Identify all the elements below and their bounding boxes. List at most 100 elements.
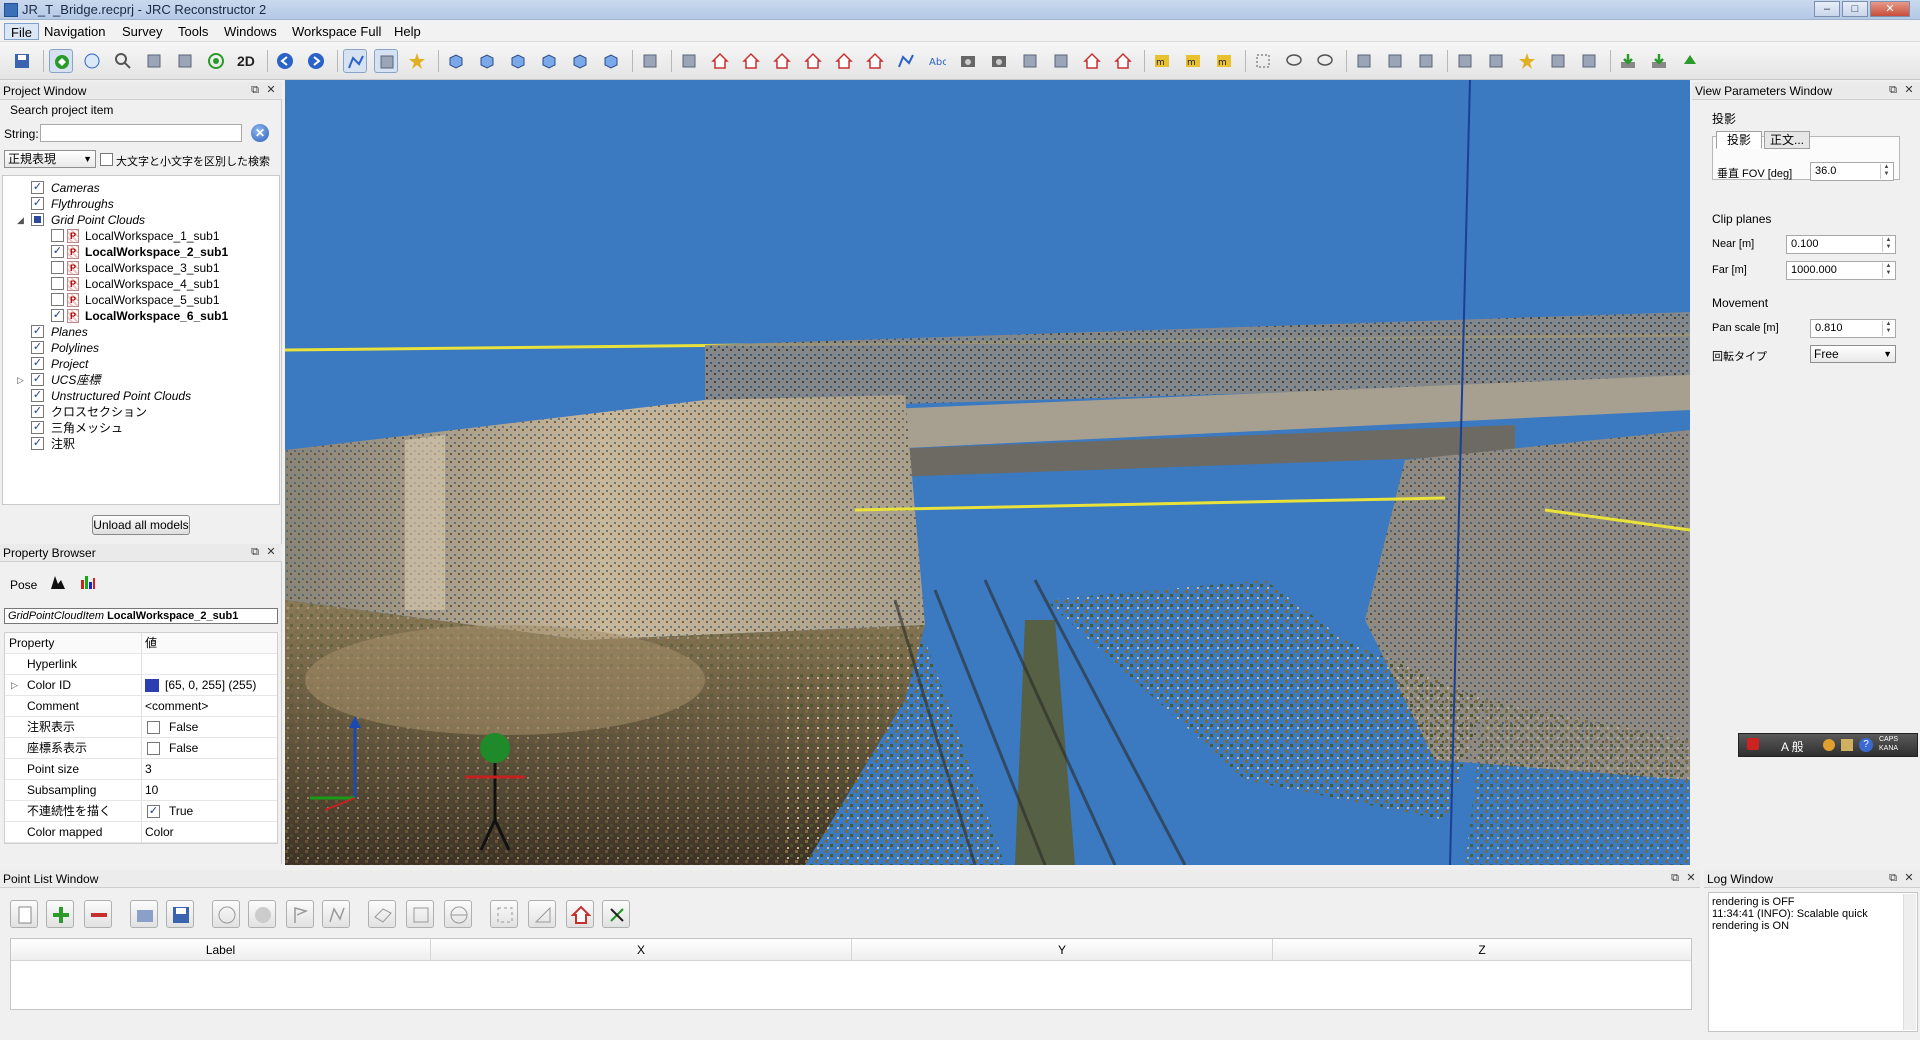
rotate-type-select[interactable]: Free ▼ [1810, 345, 1896, 363]
column-label[interactable]: Label [11, 939, 431, 961]
home-icon[interactable] [863, 49, 887, 73]
far-spinbox[interactable]: 1000.000 ▲ ▼ [1786, 261, 1896, 280]
tree-category[interactable]: ✓ クロスセクション [31, 404, 273, 420]
rect-select-icon[interactable] [1251, 49, 1275, 73]
unload-all-models-button[interactable]: Unload all models [92, 515, 190, 535]
mode-2d-button[interactable]: 2D [237, 53, 255, 69]
cube-right-icon[interactable] [537, 49, 561, 73]
polyline-icon[interactable] [894, 49, 918, 73]
ime-language-bar[interactable]: A 般 ? CAPS KANA [1738, 733, 1918, 757]
save-file-icon[interactable] [166, 900, 194, 928]
palette-icon[interactable] [677, 49, 701, 73]
near-spinbox[interactable]: 0.100 ▲ ▼ [1786, 235, 1896, 254]
tree-item[interactable]: P LocalWorkspace_3_sub1 [51, 260, 273, 276]
cube-left-icon[interactable] [506, 49, 530, 73]
back-arrow-icon[interactable] [273, 49, 297, 73]
expand-icon[interactable]: ▷ [11, 675, 18, 695]
flag-icon[interactable] [286, 900, 314, 928]
globe-icon[interactable] [444, 900, 472, 928]
tree-category[interactable]: ▷ ✓ UCS座標 [17, 372, 273, 388]
lasso-icon[interactable] [1282, 49, 1306, 73]
select-icon[interactable] [49, 49, 73, 73]
curve-icon[interactable] [322, 900, 350, 928]
save-icon[interactable] [10, 49, 34, 73]
float-icon[interactable]: ⧉ [1668, 871, 1682, 885]
building-icon[interactable] [770, 49, 794, 73]
float-icon[interactable]: ⧉ [248, 83, 262, 97]
tree-checkbox[interactable] [31, 213, 44, 226]
menu-help[interactable]: Help [388, 23, 427, 40]
case-sensitive-checkbox[interactable] [100, 153, 113, 166]
log-scrollbar[interactable] [1903, 894, 1916, 1030]
tree-category[interactable]: ✓ Flythroughs [31, 196, 273, 212]
tree-checkbox[interactable] [51, 229, 64, 242]
tree-checkbox[interactable] [51, 261, 64, 274]
menu-tools[interactable]: Tools [172, 23, 214, 40]
spin-arrows-icon[interactable]: ▲ ▼ [1882, 237, 1894, 252]
3d-viewport[interactable] [285, 80, 1690, 865]
grid-icon[interactable] [1577, 49, 1601, 73]
tree-item[interactable]: P LocalWorkspace_5_sub1 [51, 292, 273, 308]
close-icon[interactable]: ✕ [264, 545, 278, 559]
sphere-icon[interactable] [80, 49, 104, 73]
property-row[interactable]: Comment <comment> [5, 696, 277, 717]
open-file-icon[interactable] [130, 900, 158, 928]
property-row[interactable]: Point size 3 [5, 759, 277, 780]
tree-checkbox[interactable]: ✓ [31, 437, 44, 450]
tree-checkbox[interactable]: ✓ [31, 197, 44, 210]
plane-icon[interactable] [368, 900, 396, 928]
property-checkbox[interactable] [147, 721, 160, 734]
spin-arrows-icon[interactable]: ▲ ▼ [1882, 263, 1894, 278]
property-row[interactable]: ▷ Color ID [65, 0, 255] (255) [5, 675, 277, 696]
mesh-icon[interactable] [1352, 49, 1376, 73]
zoom-icon[interactable] [111, 49, 135, 73]
pan-icon[interactable] [374, 49, 398, 73]
export-icon[interactable] [1616, 49, 1640, 73]
text-icon[interactable]: Abc [925, 49, 949, 73]
spin-arrows-icon[interactable]: ▲ ▼ [1882, 321, 1894, 336]
search-input[interactable] [40, 124, 242, 142]
tree-checkbox[interactable]: ✓ [31, 341, 44, 354]
pick-point-icon[interactable] [142, 49, 166, 73]
column-x[interactable]: X [431, 939, 852, 961]
property-checkbox[interactable] [147, 742, 160, 755]
eye-icon[interactable] [1018, 49, 1042, 73]
menu-file[interactable]: File [4, 23, 39, 40]
tree-checkbox[interactable]: ✓ [31, 357, 44, 370]
tree-category[interactable]: ✓ Cameras [31, 180, 273, 196]
tree-category[interactable]: ✓ Planes [31, 324, 273, 340]
recycle-icon[interactable] [1678, 49, 1702, 73]
property-row[interactable]: 注釈表示 False [5, 717, 277, 738]
column-y[interactable]: Y [852, 939, 1273, 961]
stripes-icon[interactable] [1049, 49, 1073, 73]
house-icon[interactable] [708, 49, 732, 73]
scissors-icon[interactable] [1383, 49, 1407, 73]
tab-projection[interactable]: 投影 [1716, 131, 1762, 149]
cube-front-icon[interactable] [444, 49, 468, 73]
triangle-icon[interactable] [528, 900, 556, 928]
float-icon[interactable]: ⧉ [248, 545, 262, 559]
ime-record-icon[interactable] [1747, 738, 1759, 750]
close-icon[interactable]: ✕ [1684, 871, 1698, 885]
ime-dictionary-icon[interactable] [1841, 739, 1853, 751]
expand-icon[interactable]: ◢ [17, 212, 24, 228]
camera-icon[interactable] [956, 49, 980, 73]
help-icon[interactable]: ? [1859, 738, 1873, 752]
tree-category[interactable]: ✓ Unstructured Point Clouds [31, 388, 273, 404]
ime-pad-icon[interactable] [1823, 739, 1835, 751]
area-icon[interactable]: m [1150, 49, 1174, 73]
sphere-grid-icon[interactable] [248, 900, 276, 928]
axis-marker-icon[interactable] [602, 900, 630, 928]
menu-windows[interactable]: Windows [218, 23, 283, 40]
tree-checkbox[interactable] [51, 277, 64, 290]
pipette-icon[interactable] [638, 49, 662, 73]
point-cloud-scene[interactable] [285, 80, 1690, 865]
pan-scale-spinbox[interactable]: 0.810 ▲ ▼ [1810, 319, 1896, 338]
tree-checkbox[interactable]: ✓ [51, 245, 64, 258]
m3-icon[interactable]: m [1212, 49, 1236, 73]
house-marker-icon[interactable] [566, 900, 594, 928]
target-icon[interactable] [204, 49, 228, 73]
property-row[interactable]: 不連続性を描く ✓ True [5, 801, 277, 822]
column-z[interactable]: Z [1273, 939, 1691, 961]
property-checkbox[interactable]: ✓ [147, 805, 160, 818]
